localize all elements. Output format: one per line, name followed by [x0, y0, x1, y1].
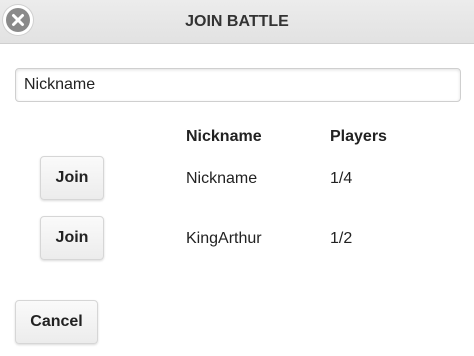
row-players: 1/4 — [330, 170, 353, 187]
row-nickname: Nickname — [186, 170, 258, 187]
row-players: 1/2 — [330, 230, 353, 247]
dialog-title: JOIN BATTLE — [185, 13, 289, 30]
dialog-header: JOIN BATTLE — [0, 0, 474, 44]
join-button[interactable]: Join — [40, 156, 104, 200]
column-header-players: Players — [330, 128, 387, 145]
join-button[interactable]: Join — [40, 216, 104, 260]
nickname-input[interactable] — [15, 68, 461, 102]
row-nickname: KingArthur — [186, 230, 262, 247]
column-header-nickname: Nickname — [186, 128, 262, 145]
cancel-button[interactable]: Cancel — [15, 300, 98, 344]
